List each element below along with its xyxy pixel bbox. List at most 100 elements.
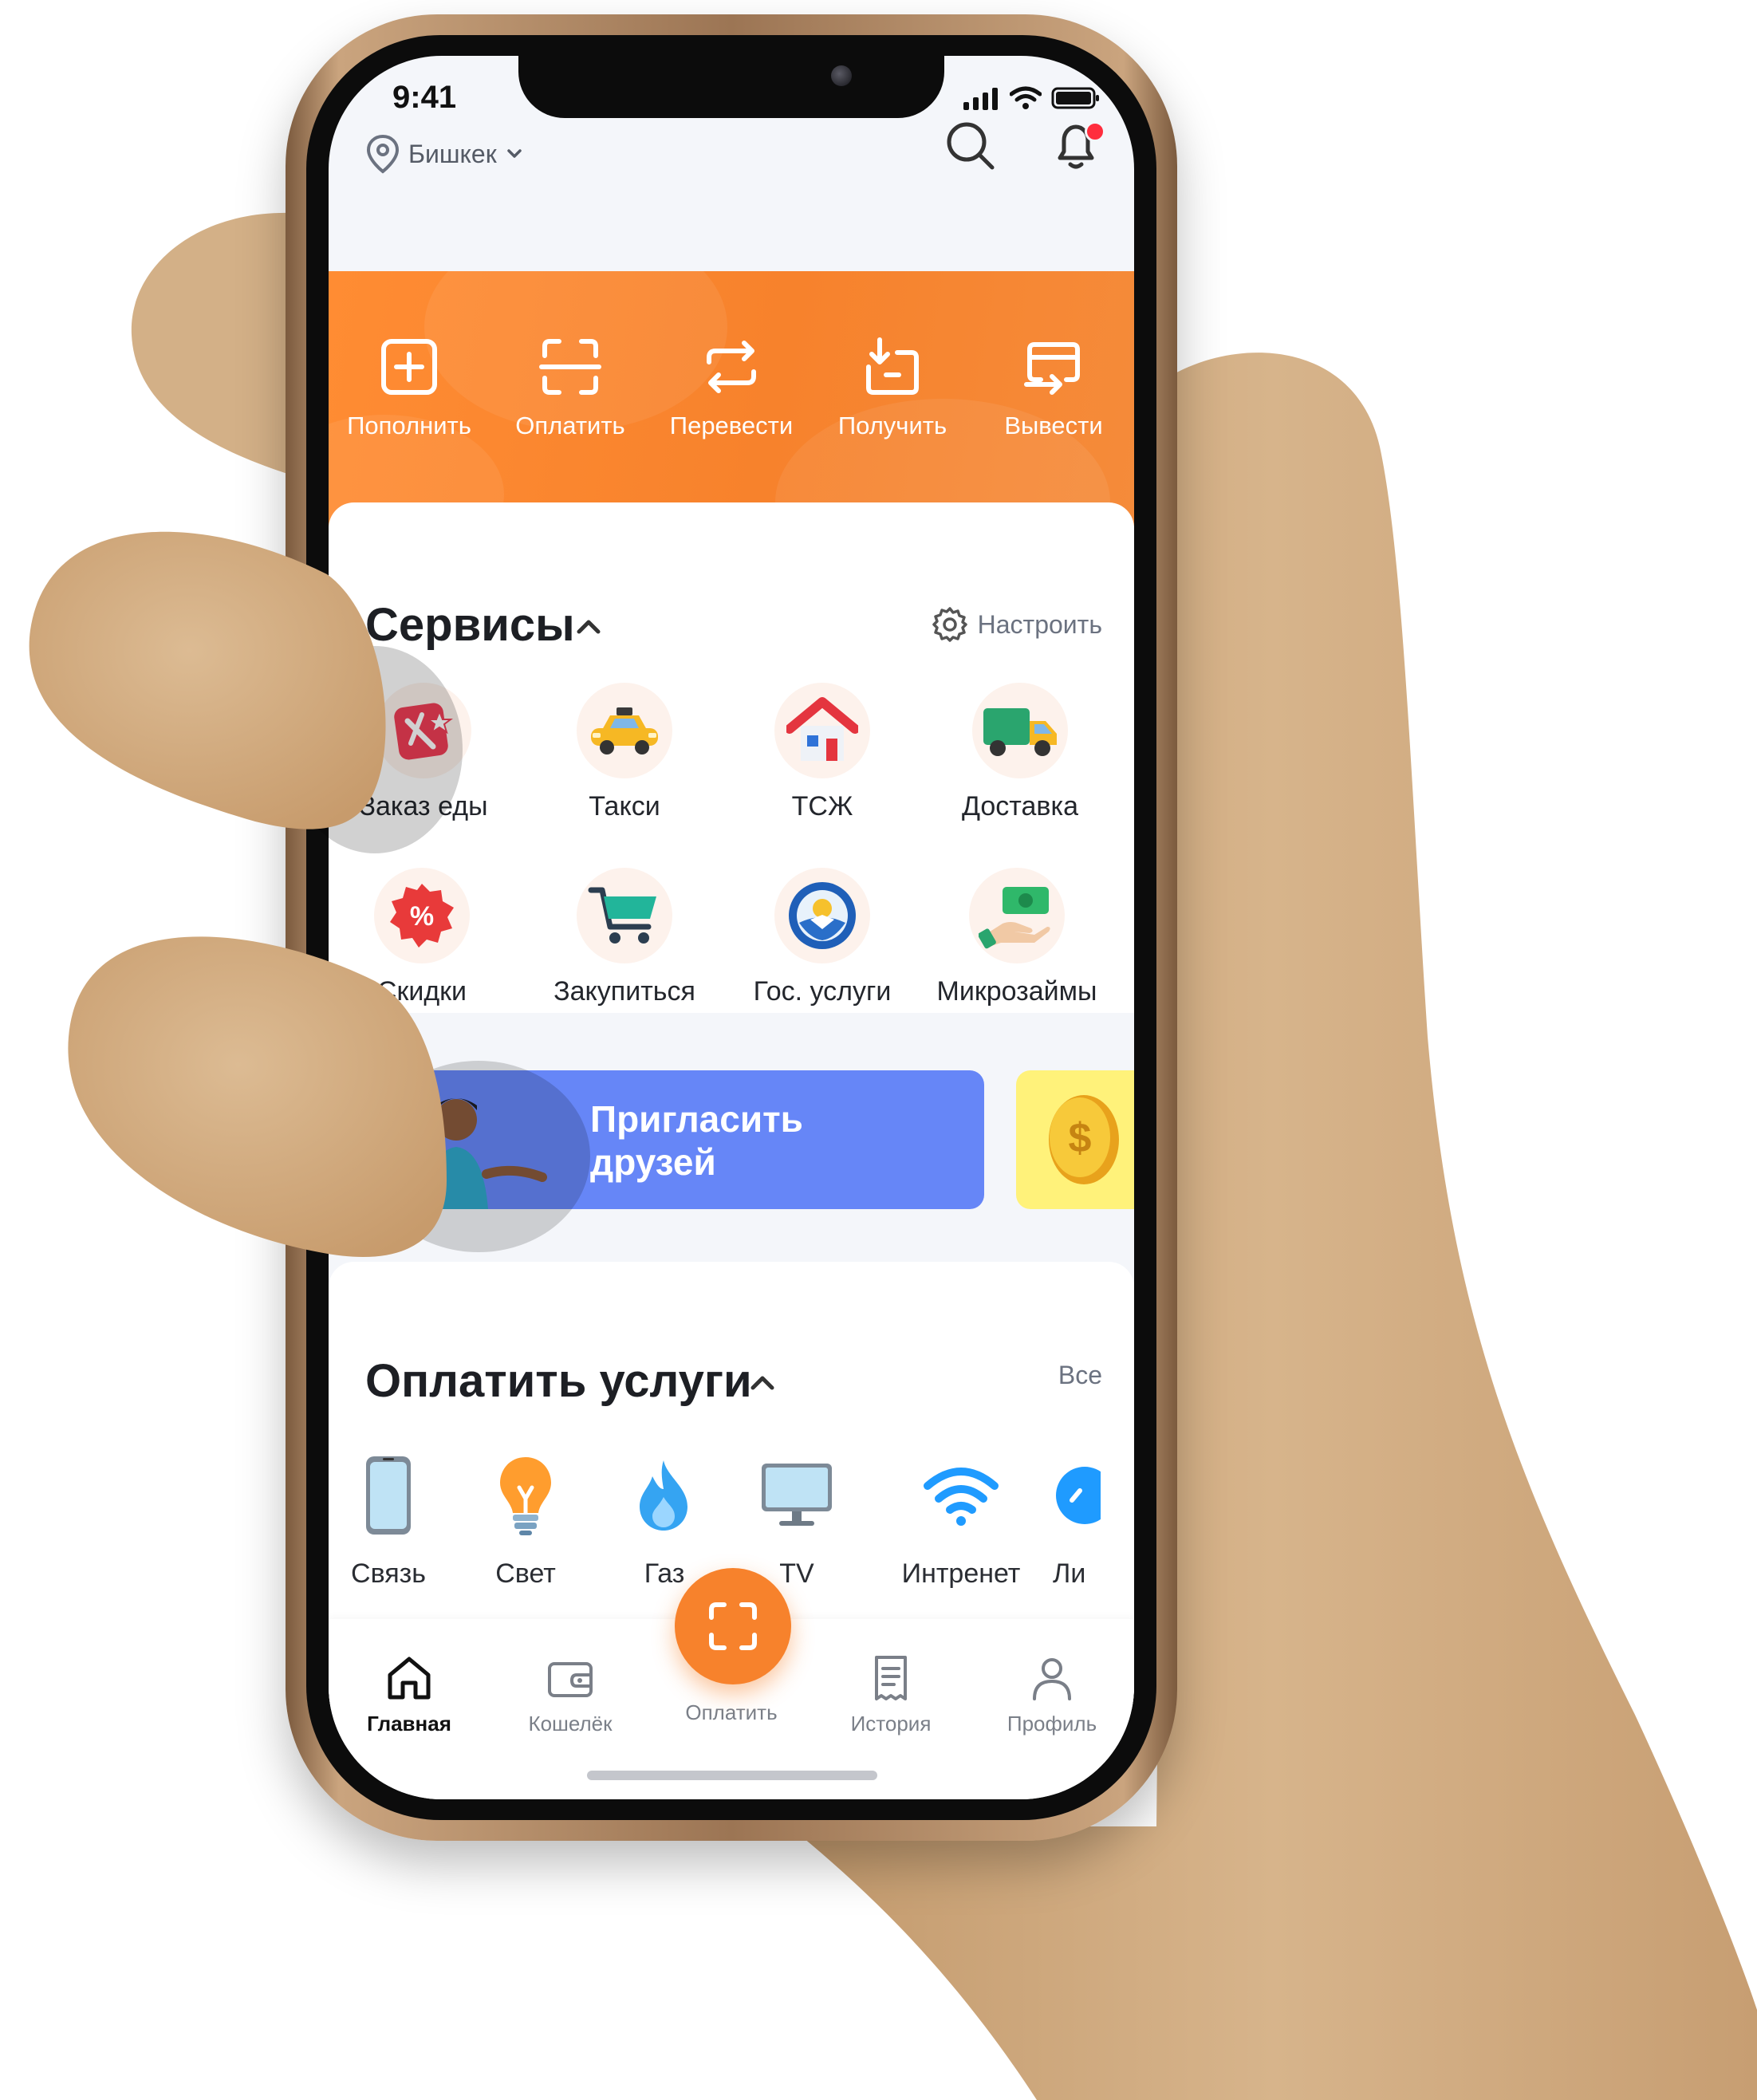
second-promo-banner[interactable]: $ Ч и xyxy=(1016,1070,1134,1209)
tab-label: Кошелёк xyxy=(528,1712,613,1736)
service-hoa[interactable]: ТСЖ xyxy=(723,683,922,822)
action-label: Перевести xyxy=(669,412,794,439)
service-label: Такси xyxy=(589,791,660,821)
service-shopping[interactable]: Закупиться xyxy=(525,868,724,1007)
city-selector[interactable]: Бишкек xyxy=(365,134,524,174)
pay-electricity[interactable]: Свет xyxy=(450,1452,601,1590)
services-title: Сервисы xyxy=(365,599,575,651)
tv-icon xyxy=(762,1464,832,1526)
taxi-icon xyxy=(591,707,658,755)
action-pay[interactable]: Оплатить xyxy=(494,335,646,440)
gear-icon xyxy=(932,607,967,642)
service-label: Заказ еды xyxy=(359,791,488,821)
receive-icon xyxy=(866,337,919,395)
action-label: Оплатить xyxy=(515,412,625,439)
status-time: 9:41 xyxy=(392,80,457,115)
pay-item-label: Интренет xyxy=(901,1558,1021,1589)
chevron-up-icon[interactable] xyxy=(747,1367,778,1399)
tab-label: История xyxy=(850,1712,932,1736)
service-label: Микрозаймы xyxy=(936,976,1097,1007)
notch xyxy=(518,56,944,118)
house-icon xyxy=(786,697,858,761)
pay-item-label: Газ xyxy=(644,1558,685,1589)
service-discounts[interactable]: % Скидки xyxy=(329,868,522,1007)
scan-icon xyxy=(709,1602,757,1650)
chevron-up-icon[interactable] xyxy=(573,611,605,643)
wifi-icon xyxy=(924,1468,999,1526)
all-services-link[interactable]: Все xyxy=(1058,1361,1102,1390)
tab-profile[interactable]: Профиль xyxy=(984,1653,1120,1736)
service-delivery[interactable]: Доставка xyxy=(920,683,1120,822)
transfer-icon xyxy=(707,341,756,393)
plus-square-icon xyxy=(381,339,437,395)
pay-mobile[interactable]: Связь xyxy=(329,1452,464,1590)
tab-home[interactable]: Главная xyxy=(341,1653,477,1736)
service-gov[interactable]: Гос. услуги xyxy=(723,868,922,1007)
phone-icon xyxy=(366,1456,411,1535)
scan-pay-fab[interactable] xyxy=(675,1568,791,1684)
person-illustration xyxy=(426,1098,547,1209)
action-withdraw[interactable]: Вывести xyxy=(978,335,1129,440)
configure-button[interactable]: Настроить xyxy=(932,606,1102,643)
pay-item-label: Связь xyxy=(351,1558,426,1589)
all-label: Все xyxy=(1058,1361,1102,1389)
microloan-icon xyxy=(979,887,1050,949)
action-label: Пополнить xyxy=(347,412,471,439)
location-pin-icon xyxy=(366,134,400,174)
service-label: ТСЖ xyxy=(791,791,853,821)
partial-icon xyxy=(1056,1467,1101,1524)
wallet-icon xyxy=(548,1662,593,1697)
service-microloans[interactable]: Микрозаймы xyxy=(917,868,1117,1007)
shopping-cart-icon xyxy=(588,887,656,944)
discount-badge-icon: % xyxy=(390,884,454,948)
action-receive[interactable]: Получить xyxy=(817,335,968,440)
service-label: Доставка xyxy=(961,791,1078,821)
delivery-truck-icon xyxy=(983,708,1057,756)
pay-gas[interactable]: Газ xyxy=(589,1452,740,1590)
invite-friends-banner[interactable]: Пригласить друзей xyxy=(394,1070,984,1209)
quick-actions-banner: Пополнить Оплатить Перевести Получить Вы… xyxy=(329,271,1134,526)
gas-flame-icon xyxy=(640,1460,687,1531)
home-indicator xyxy=(587,1771,877,1780)
city-label: Бишкек xyxy=(408,139,497,168)
withdraw-card-icon xyxy=(1024,342,1080,395)
svg-text:%: % xyxy=(410,901,434,932)
pay-item-label: Ли xyxy=(1053,1558,1086,1589)
invite-line-1: Пригласить xyxy=(590,1098,803,1140)
search-icon[interactable] xyxy=(943,118,999,174)
pay-internet[interactable]: Интренет xyxy=(885,1452,1037,1590)
tab-label: Профиль xyxy=(1007,1712,1097,1736)
tab-label: Оплатить xyxy=(685,1700,778,1724)
user-icon xyxy=(1033,1658,1071,1700)
action-topup[interactable]: Пополнить xyxy=(333,335,485,440)
tab-wallet[interactable]: Кошелёк xyxy=(502,1653,638,1736)
receipt-icon xyxy=(875,1656,907,1700)
invite-line-2: друзей xyxy=(590,1141,716,1183)
service-food-order[interactable]: Заказ еды xyxy=(329,683,523,822)
phone-screen: 9:41 Бишкек Пополнить Оплатить Перевести… xyxy=(329,56,1134,1799)
service-label: Скидки xyxy=(376,976,467,1007)
lightbulb-icon xyxy=(500,1457,551,1535)
pay-services-title: Оплатить услуги xyxy=(365,1355,752,1407)
tab-pay[interactable]: Оплатить xyxy=(664,1692,799,1725)
action-label: Получить xyxy=(837,412,947,439)
services-section: Сервисы Настроить Заказ еды Такси ТСЖ До… xyxy=(329,502,1134,1013)
action-label: Вывести xyxy=(1004,412,1103,439)
signal-icon xyxy=(963,88,998,110)
pay-partial-item[interactable]: Ли xyxy=(1053,1452,1134,1590)
front-camera xyxy=(831,65,852,86)
pay-item-label: Свет xyxy=(495,1558,556,1589)
tab-history[interactable]: История xyxy=(823,1653,959,1736)
service-taxi[interactable]: Такси xyxy=(525,683,724,822)
battery-icon xyxy=(1051,87,1099,109)
wifi-status-icon xyxy=(1010,86,1042,109)
action-transfer[interactable]: Перевести xyxy=(656,335,807,440)
status-icons xyxy=(962,86,1101,110)
chevron-down-icon xyxy=(506,149,522,158)
coin-icon: $ xyxy=(1049,1095,1119,1184)
service-label: Закупиться xyxy=(553,976,695,1007)
notification-dot xyxy=(1085,121,1105,142)
state-emblem-icon xyxy=(789,882,856,949)
configure-label: Настроить xyxy=(977,609,1102,639)
svg-text:$: $ xyxy=(1069,1115,1092,1161)
